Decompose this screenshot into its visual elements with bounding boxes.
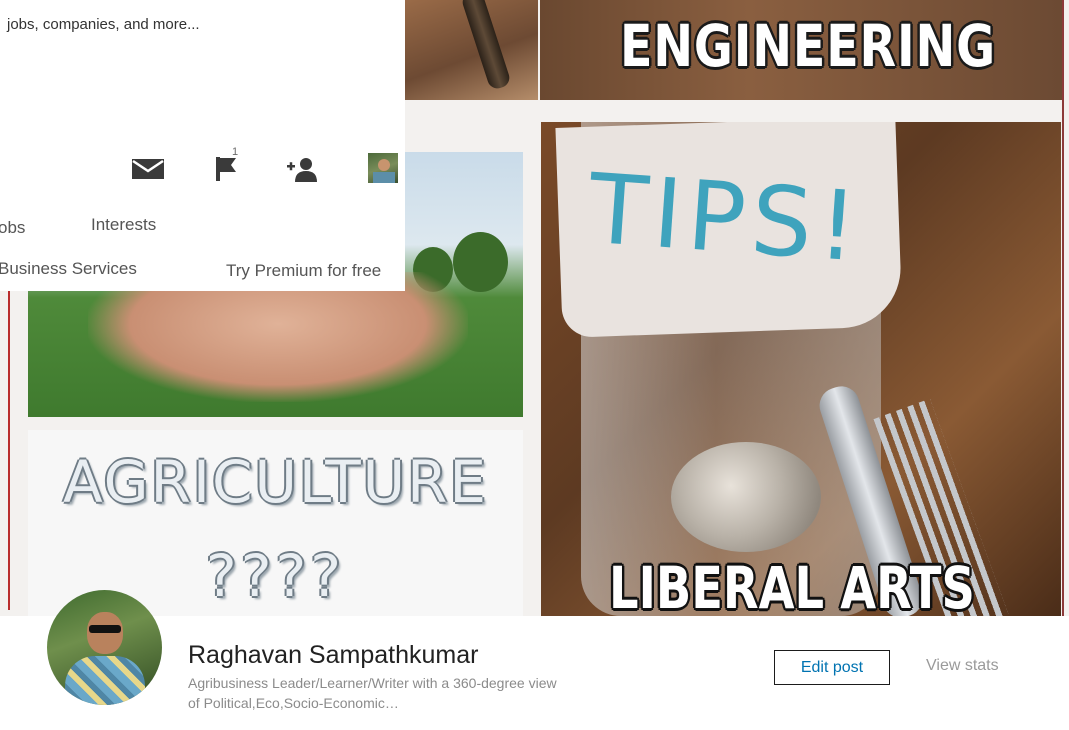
engineering-photo (405, 0, 538, 100)
mail-icon-svg (132, 159, 164, 179)
add-connection-icon-svg (287, 158, 317, 182)
flag-icon[interactable]: 1 (210, 146, 244, 186)
nav-jobs[interactable]: obs (0, 218, 25, 238)
sunglasses-shape (89, 625, 121, 633)
header-overlay: jobs, companies, and more... 1 obs Inter… (0, 0, 405, 291)
notification-count: 1 (232, 146, 239, 158)
liberal-arts-photo: TIPS! LIBERAL ARTS (541, 122, 1061, 616)
engineering-text: ENGINEERING (620, 12, 996, 80)
edit-post-button[interactable]: Edit post (774, 650, 890, 685)
profile-avatar[interactable] (368, 153, 398, 183)
author-avatar[interactable] (47, 590, 162, 705)
engineering-banner: ENGINEERING (540, 0, 1062, 100)
avatar-shirt (373, 172, 395, 183)
view-stats-link[interactable]: View stats (926, 657, 999, 675)
tool-shape (460, 0, 512, 91)
hands-shape (88, 272, 468, 402)
search-input[interactable]: jobs, companies, and more... (7, 16, 200, 33)
tips-text: TIPS! (585, 152, 867, 284)
coins-shape (671, 442, 821, 552)
author-headline: Agribusiness Leader/Learner/Writer with … (188, 675, 557, 711)
tips-label: TIPS! (555, 122, 903, 338)
nav-try-premium[interactable]: Try Premium for free (226, 261, 381, 281)
agriculture-caption: AGRICULTURE ???? (28, 430, 523, 616)
agriculture-text: AGRICULTURE (62, 448, 489, 516)
avatar-body (65, 656, 145, 705)
avatar-head (87, 612, 123, 654)
mail-icon[interactable] (131, 152, 165, 186)
avatar-face (378, 159, 390, 171)
flag-icon-svg (216, 157, 236, 181)
author-name[interactable]: Raghavan Sampathkumar (188, 641, 478, 670)
nav-business-services[interactable]: Business Services (0, 259, 137, 279)
add-connection-icon[interactable] (285, 152, 319, 186)
liberal-arts-text: LIBERAL ARTS (609, 554, 975, 616)
frame-line-right (1062, 0, 1064, 616)
nav-interests[interactable]: Interests (91, 215, 156, 235)
